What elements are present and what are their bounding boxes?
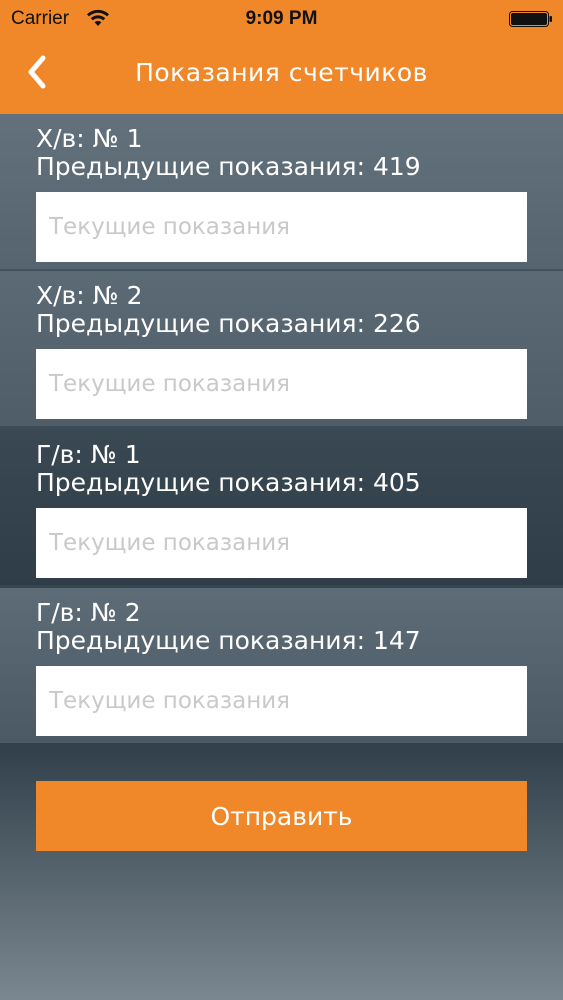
submit-button[interactable]: Отправить: [36, 781, 527, 851]
page-title: Показания счетчиков: [135, 58, 428, 87]
meter-section-hot-1: Г/в: № 1 Предыдущие показания: 405: [0, 430, 563, 585]
meter-name: Х/в: № 2: [36, 281, 143, 310]
meter-previous-reading: Предыдущие показания: 419: [36, 152, 421, 181]
navigation-bar: Показания счетчиков: [0, 38, 563, 114]
status-time: 9:09 PM: [245, 8, 318, 29]
current-reading-input[interactable]: [36, 508, 527, 578]
meter-name: Г/в: № 2: [36, 598, 141, 627]
meter-section-hot-2: Г/в: № 2 Предыдущие показания: 147: [0, 588, 563, 743]
battery-icon: [509, 11, 552, 27]
meter-name: Х/в: № 1: [36, 124, 143, 153]
meter-section-cold-2: Х/в: № 2 Предыдущие показания: 226: [0, 271, 563, 426]
current-reading-input[interactable]: [36, 666, 527, 736]
meter-previous-reading: Предыдущие показания: 405: [36, 468, 421, 497]
current-reading-input[interactable]: [36, 192, 527, 262]
current-reading-input[interactable]: [36, 349, 527, 419]
status-bar: Carrier 9:09 PM: [0, 0, 563, 38]
meter-section-cold-1: Х/в: № 1 Предыдущие показания: 419: [0, 114, 563, 269]
meter-previous-reading: Предыдущие показания: 147: [36, 626, 421, 655]
meter-previous-reading: Предыдущие показания: 226: [36, 309, 421, 338]
meter-name: Г/в: № 1: [36, 440, 141, 469]
